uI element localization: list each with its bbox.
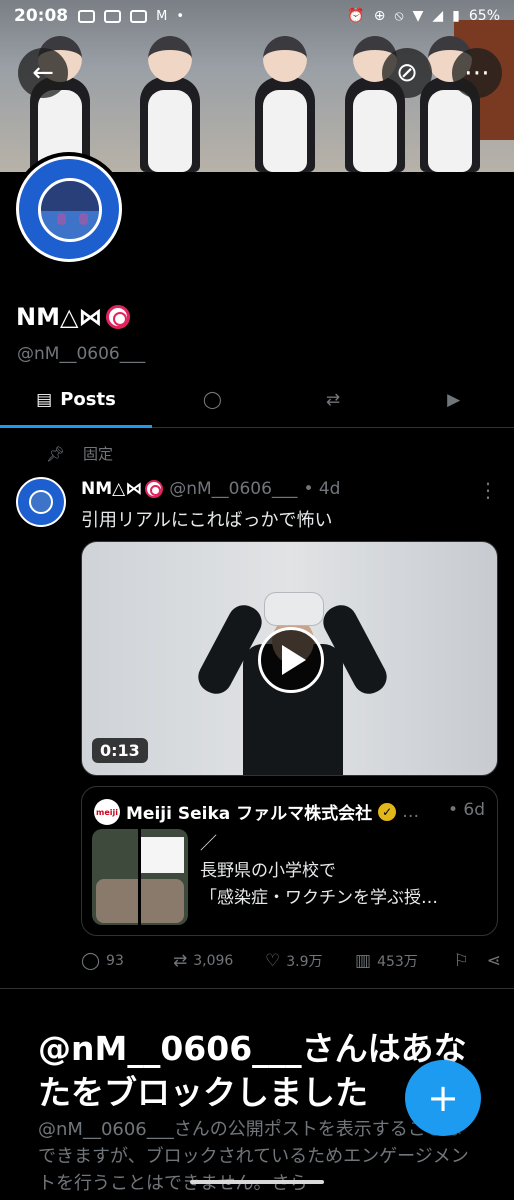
profile-handle: @nM__0606___ (17, 344, 146, 364)
grok-icon: ⊘ (396, 58, 418, 88)
profile-name-text: NM△⋈ (16, 303, 103, 331)
reply-icon: ◯ (81, 951, 101, 971)
views-button[interactable]: ▥ 453万 (355, 951, 445, 971)
profile-avatar[interactable] (12, 152, 126, 266)
heart-icon: ♡ (265, 951, 281, 971)
line-icon (78, 9, 96, 23)
tab-replies[interactable]: ◯ (152, 372, 273, 427)
repost-icon: ⇄ (173, 951, 188, 971)
plus-icon: + (427, 1076, 459, 1120)
tweet-video[interactable]: 0:13 (81, 541, 498, 776)
status-time: 20:08 (14, 6, 69, 26)
compose-button[interactable]: + (405, 1060, 481, 1136)
back-button[interactable]: ← (18, 48, 68, 98)
tweet-avatar[interactable] (16, 477, 66, 527)
quote-ellipsis: … (402, 801, 420, 822)
tab-posts[interactable]: ▤ Posts (0, 372, 152, 428)
like-button[interactable]: ♡ 3.9万 (265, 951, 355, 971)
divider (0, 988, 514, 989)
tweet-author-handle[interactable]: @nM__0606___ (169, 479, 297, 499)
gmail-icon: M (156, 8, 168, 24)
back-arrow-icon: ← (32, 58, 54, 88)
status-bar: 20:08 M • ⏰ ⊕ ⦸ ▼ ◢ ▮ 65% (0, 0, 514, 32)
tweet-header: NM△⋈ @nM__0606___ • 4d (81, 479, 340, 499)
pin-icon: 📌︎ (46, 444, 66, 463)
battery-level: 65% (468, 8, 500, 24)
gesture-bar[interactable] (190, 1180, 324, 1184)
reply-button[interactable]: ◯ 93 (81, 951, 173, 971)
repost-button[interactable]: ⇄ 3,096 (173, 951, 265, 971)
tweet-actions: ◯ 93 ⇄ 3,096 ♡ 3.9万 ▥ 453万 ⚐ ⋖ (81, 951, 501, 971)
more-icon: ⋯ (464, 58, 490, 88)
data-saver-icon: ⊕ (373, 8, 386, 24)
banner-figure (245, 32, 325, 172)
replies-icon: ◯ (202, 389, 222, 410)
pinned-label: 固定 (83, 445, 114, 463)
blocked-description: @nM__0606___さんの公開ポストを表示することはできますが、ブロックされ… (38, 1119, 469, 1194)
more-button[interactable]: ⋯ (452, 48, 502, 98)
avatar-face (38, 178, 102, 242)
pinned-indicator: 📌︎ 固定 (46, 443, 113, 464)
quoted-tweet[interactable]: meiji Meiji Seika ファルマ株式会社 ✓ … • 6d ／ 長野… (81, 786, 498, 936)
signal-icon: ◢ (432, 8, 444, 24)
quote-line: 長野県の小学校で (200, 861, 336, 881)
wifi-icon: ▼ (412, 8, 424, 24)
notification-icon (130, 9, 148, 23)
youtube-icon (104, 9, 122, 23)
repost-count: 3,096 (193, 953, 234, 969)
video-duration: 0:13 (92, 738, 148, 763)
quote-avatar: meiji (94, 799, 120, 825)
vibrate-off-icon: ⦸ (394, 8, 404, 24)
quote-line: ／ (200, 834, 217, 854)
grok-button[interactable]: ⊘ (382, 48, 432, 98)
tweet-time[interactable]: • 4d (303, 479, 340, 499)
reply-count: 93 (106, 953, 124, 969)
play-icon[interactable] (258, 627, 324, 693)
repost-icon: ⇄ (325, 389, 341, 410)
profile-tabs: ▤ Posts ◯ ⇄ ▶ (0, 372, 514, 428)
share-icon[interactable]: ⋖ (487, 951, 501, 971)
naruto-emoji-icon (145, 480, 164, 498)
naruto-emoji-icon (106, 305, 131, 329)
verified-badge-icon: ✓ (378, 802, 397, 821)
posts-icon: ▤ (36, 389, 53, 410)
banner-figure (130, 32, 210, 172)
tab-media[interactable]: ▶ (393, 372, 514, 427)
alarm-icon: ⏰ (347, 8, 365, 24)
profile-name: NM△⋈ (16, 303, 131, 331)
media-icon: ▶ (447, 389, 461, 410)
views-count: 453万 (377, 954, 418, 970)
quote-time: • 6d (447, 800, 485, 820)
tweet-more-icon[interactable]: ⋮ (478, 478, 498, 502)
quote-header: Meiji Seika ファルマ株式会社 ✓ … (126, 799, 420, 825)
tweet-author-name-text: NM△⋈ (81, 479, 143, 499)
tab-reposts[interactable]: ⇄ (273, 372, 394, 427)
tab-posts-label: Posts (60, 389, 116, 410)
bookmark-icon[interactable]: ⚐ (454, 951, 469, 971)
views-icon: ▥ (355, 951, 372, 971)
tweet-text: 引用リアルにこればっかで怖い (81, 510, 333, 531)
tweet-author-name[interactable]: NM△⋈ (81, 479, 164, 499)
dot-icon: • (176, 8, 185, 24)
quote-thumbnail (92, 829, 188, 925)
quote-text: ／ 長野県の小学校で 「感染症・ワクチンを学ぶ授… (200, 831, 438, 912)
like-count: 3.9万 (286, 954, 323, 970)
battery-icon: ▮ (452, 8, 460, 24)
quote-author-name: Meiji Seika ファルマ株式会社 (126, 804, 373, 824)
quote-line: 「感染症・ワクチンを学ぶ授… (200, 888, 438, 908)
